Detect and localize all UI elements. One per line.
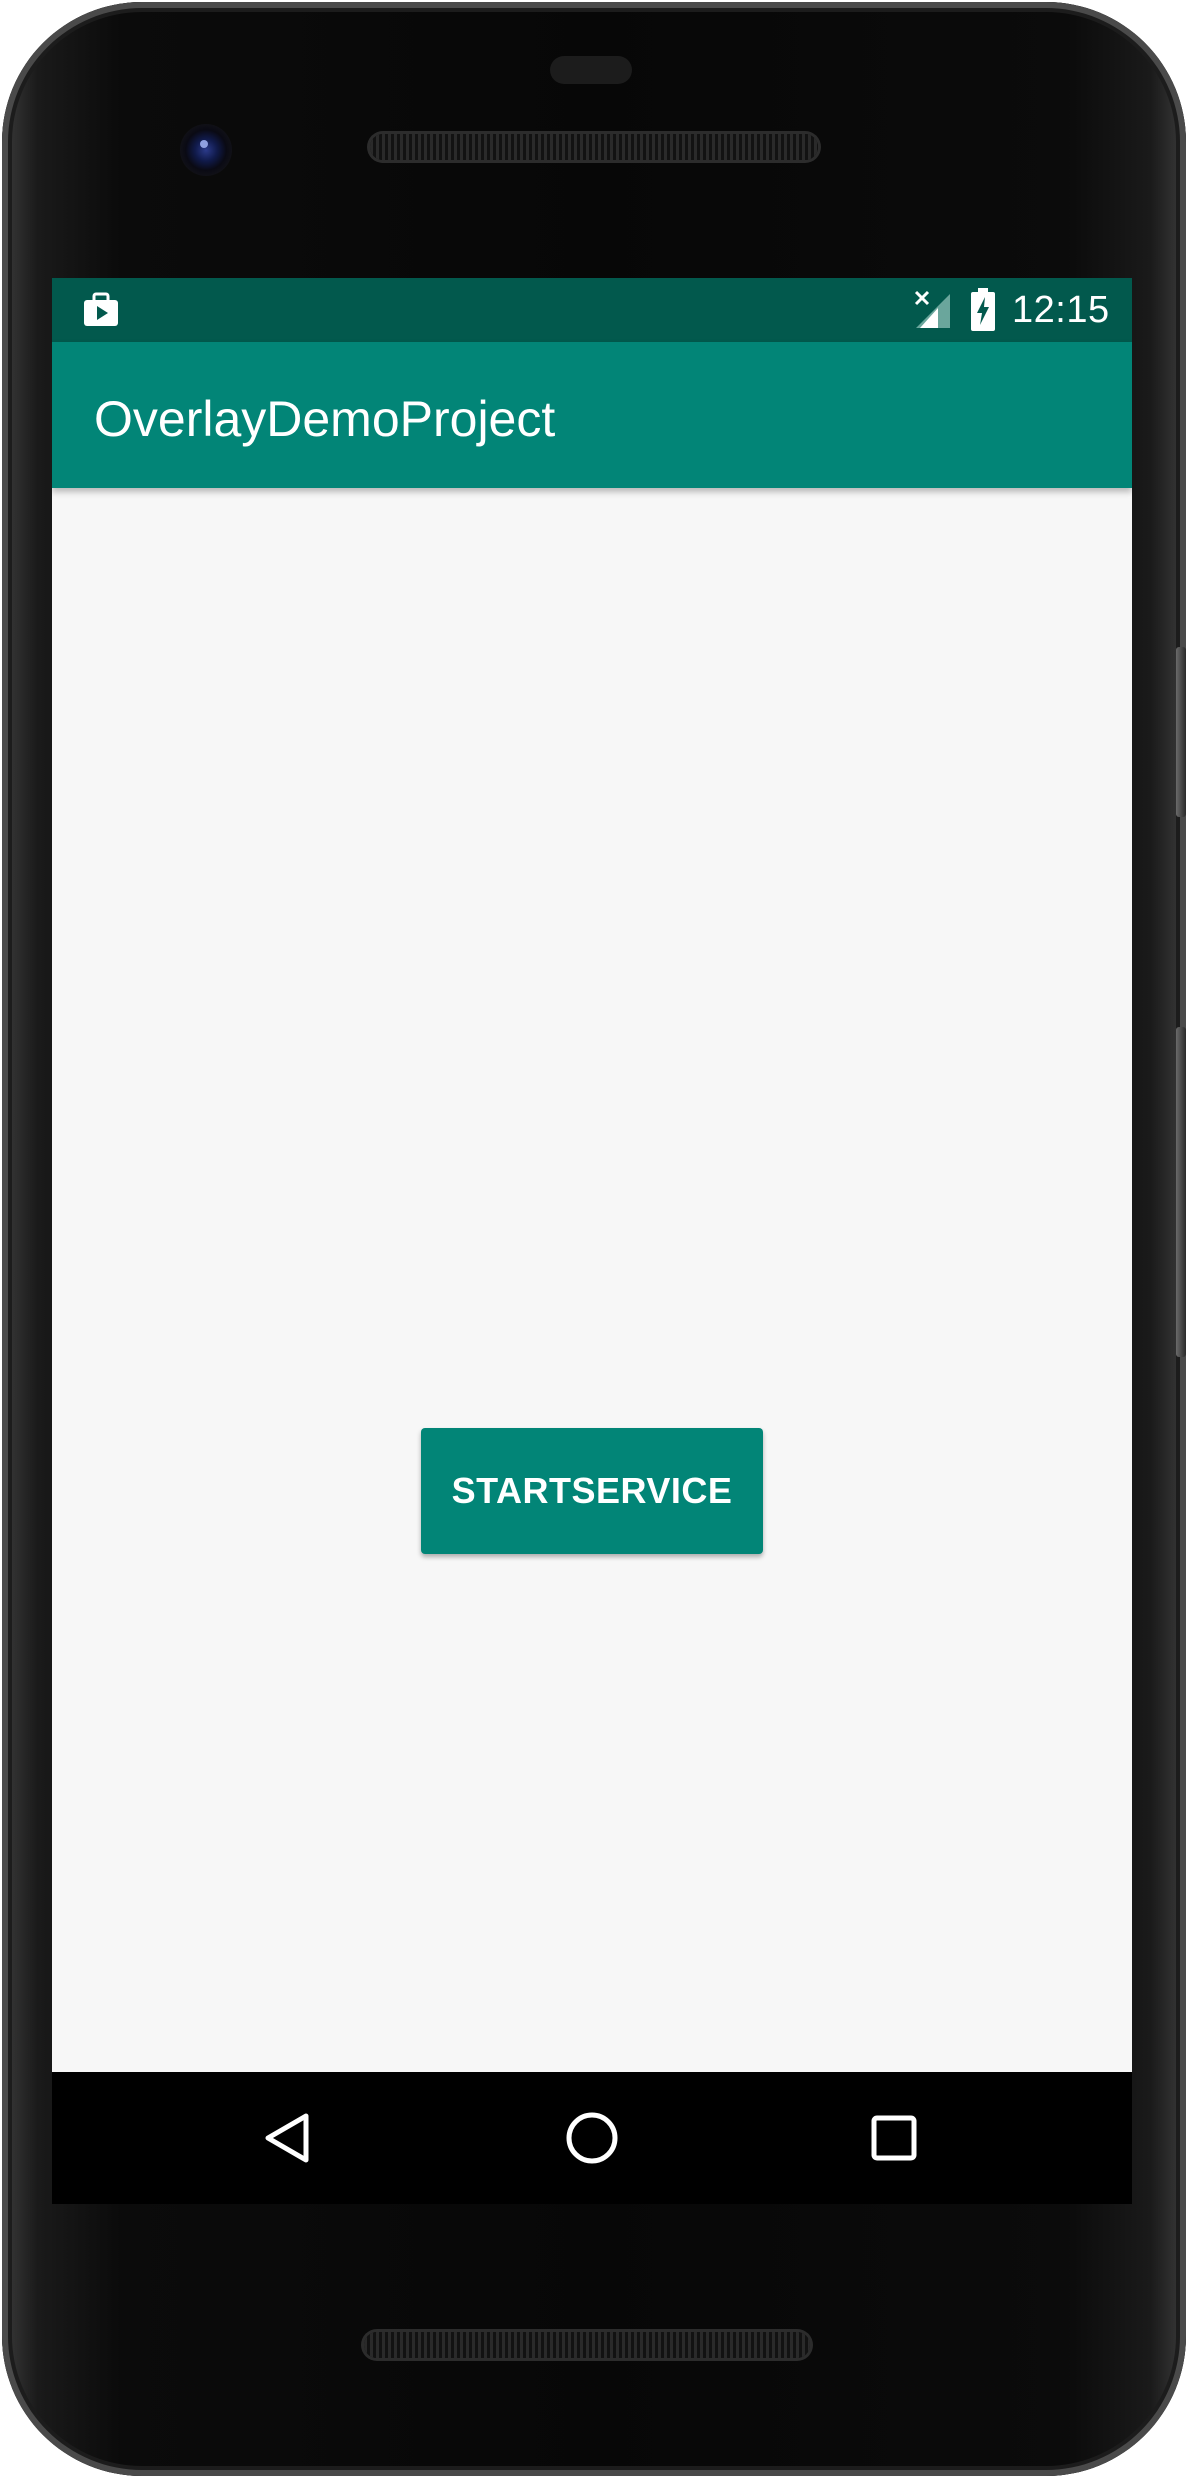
status-bar: 12:15 <box>52 278 1132 342</box>
recents-square-icon <box>871 2115 917 2161</box>
nav-home-button[interactable] <box>550 2096 634 2180</box>
no-signal-icon <box>914 290 950 328</box>
system-navigation-bar <box>52 2072 1132 2204</box>
back-triangle-icon <box>265 2113 309 2163</box>
home-circle-icon <box>566 2112 618 2164</box>
status-clock: 12:15 <box>1012 289 1110 331</box>
front-camera-icon <box>180 124 232 176</box>
app-title: OverlayDemoProject <box>94 391 556 447</box>
nav-recents-button[interactable] <box>852 2096 936 2180</box>
work-briefcase-icon <box>84 292 118 326</box>
battery-charging-icon <box>971 288 995 331</box>
earpiece-slot <box>550 56 632 84</box>
volume-rocker <box>1176 1027 1186 1357</box>
main-content: STARTSERVICE <box>52 488 1132 2072</box>
power-button <box>1176 647 1186 817</box>
app-toolbar: OverlayDemoProject <box>52 342 1132 488</box>
device-screen: 12:15 OverlayDemoProject STARTSERVICE <box>52 278 1132 2072</box>
bottom-speaker-grille <box>364 2332 810 2358</box>
top-speaker-grille <box>370 134 818 160</box>
start-service-button[interactable]: STARTSERVICE <box>421 1428 763 1554</box>
nav-back-button[interactable] <box>246 2096 330 2180</box>
